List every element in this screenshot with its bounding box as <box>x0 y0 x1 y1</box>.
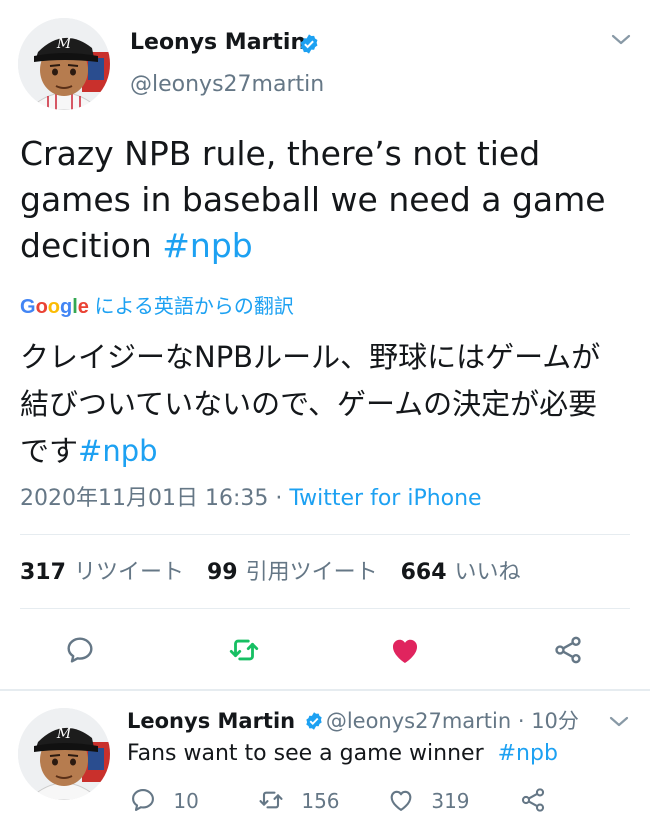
svg-text:M: M <box>56 726 72 742</box>
chevron-down-icon[interactable] <box>608 714 630 734</box>
reply-time-separator: · <box>511 709 532 733</box>
verified-badge-icon <box>298 33 320 55</box>
translated-text-line: 結びついていないので、ゲームの決定が必要 <box>20 387 598 421</box>
reply-text-fragment: Fans want to see a game winner <box>127 741 498 766</box>
tweet-text-line: Crazy NPB rule, there’s not tied <box>20 134 541 173</box>
reply-like-button[interactable]: 319 <box>387 786 470 816</box>
likes-count: 664 <box>400 560 447 585</box>
reply-hashtag-link[interactable]: #npb <box>498 741 558 766</box>
share-icon <box>521 788 545 812</box>
heart-icon <box>390 790 412 811</box>
reply-text: Fans want to see a game winner #npb <box>127 738 558 770</box>
tweet-timestamp[interactable]: 2020年11月01日 16:35 <box>20 486 268 511</box>
tweet-text-fragment: decition <box>20 226 163 265</box>
like-button[interactable] <box>385 630 425 670</box>
retweets-count: 317 <box>20 560 66 585</box>
quotes-stat[interactable]: 99 引用ツイート <box>207 560 378 585</box>
translation-attribution[interactable]: Google による英語からの翻訳 <box>20 292 294 321</box>
likes-stat[interactable]: 664 いいね <box>401 560 521 585</box>
author-name[interactable]: Leonys Martin <box>130 29 306 57</box>
chevron-down-icon[interactable] <box>610 32 632 52</box>
reply-icon <box>132 789 154 811</box>
tweet-text-line: games in baseball we need a game <box>20 180 606 219</box>
tweet-meta: 2020年11月01日 16:35 · Twitter for iPhone <box>20 484 482 514</box>
hashtag-link[interactable]: #npb <box>162 226 252 265</box>
reply-action-bar: 10 156 319 <box>127 786 627 816</box>
share-button[interactable] <box>548 630 588 670</box>
reply-retweet-button[interactable]: 156 <box>257 786 340 816</box>
translated-text-line: です#npb <box>20 428 640 475</box>
quotes-label: 引用ツイート <box>245 560 378 585</box>
likes-label: いいね <box>454 560 521 585</box>
tweet-source-link[interactable]: Twitter for iPhone <box>289 486 481 511</box>
translation-label[interactable]: による英語からの翻訳 <box>94 294 293 318</box>
reply-author-name[interactable]: Leonys Martin <box>127 709 295 733</box>
tweet-stats: 317 リツイート 99 引用ツイート 664 いいね <box>20 557 521 589</box>
translated-text-fragment: です <box>20 434 79 468</box>
retweets-stat[interactable]: 317 リツイート <box>20 560 184 585</box>
google-logo: Google <box>20 296 89 318</box>
tweet-text: Crazy NPB rule, there’s not tied games i… <box>20 131 640 269</box>
avatar-illustration: M <box>18 18 110 110</box>
share-icon <box>555 636 581 664</box>
reply-author-handle[interactable]: @leonys27martin <box>326 709 511 733</box>
translated-text: クレイジーなNPBルール、野球にはゲームが 結びついていないので、ゲームの決定が… <box>20 334 640 475</box>
translated-hashtag-link[interactable]: #npb <box>78 434 158 468</box>
reply-author-avatar[interactable]: M <box>18 708 110 800</box>
author-avatar[interactable]: M <box>18 18 110 110</box>
svg-text:M: M <box>56 36 72 52</box>
reply-icon <box>67 637 93 663</box>
tweet-text-line: decition #npb <box>20 223 640 269</box>
reply-like-count: 319 <box>431 789 470 813</box>
meta-separator: · <box>268 486 290 511</box>
divider <box>0 689 650 691</box>
reply-retweet-count: 156 <box>301 789 340 813</box>
retweet-icon <box>259 791 283 809</box>
reply-reply-count: 10 <box>173 789 199 813</box>
divider <box>20 534 630 535</box>
reply-button[interactable] <box>60 630 100 670</box>
retweet-icon <box>229 639 259 661</box>
quotes-count: 99 <box>206 560 238 585</box>
verified-badge-icon <box>304 709 324 739</box>
divider <box>20 608 630 609</box>
avatar-illustration: M <box>18 708 110 800</box>
retweets-label: リツイート <box>73 560 184 585</box>
reply-reply-button[interactable]: 10 <box>129 786 199 816</box>
translated-text-line: クレイジーなNPBルール、野球にはゲームが <box>20 340 601 374</box>
author-handle[interactable]: @leonys27martin <box>130 71 324 99</box>
heart-icon <box>392 639 418 664</box>
retweet-button[interactable] <box>224 630 264 670</box>
reply-timestamp[interactable]: 10分 <box>531 709 579 733</box>
reply-header: Leonys Martin @leonys27martin · 10分 <box>127 706 579 739</box>
reply-share-button[interactable] <box>519 786 547 816</box>
